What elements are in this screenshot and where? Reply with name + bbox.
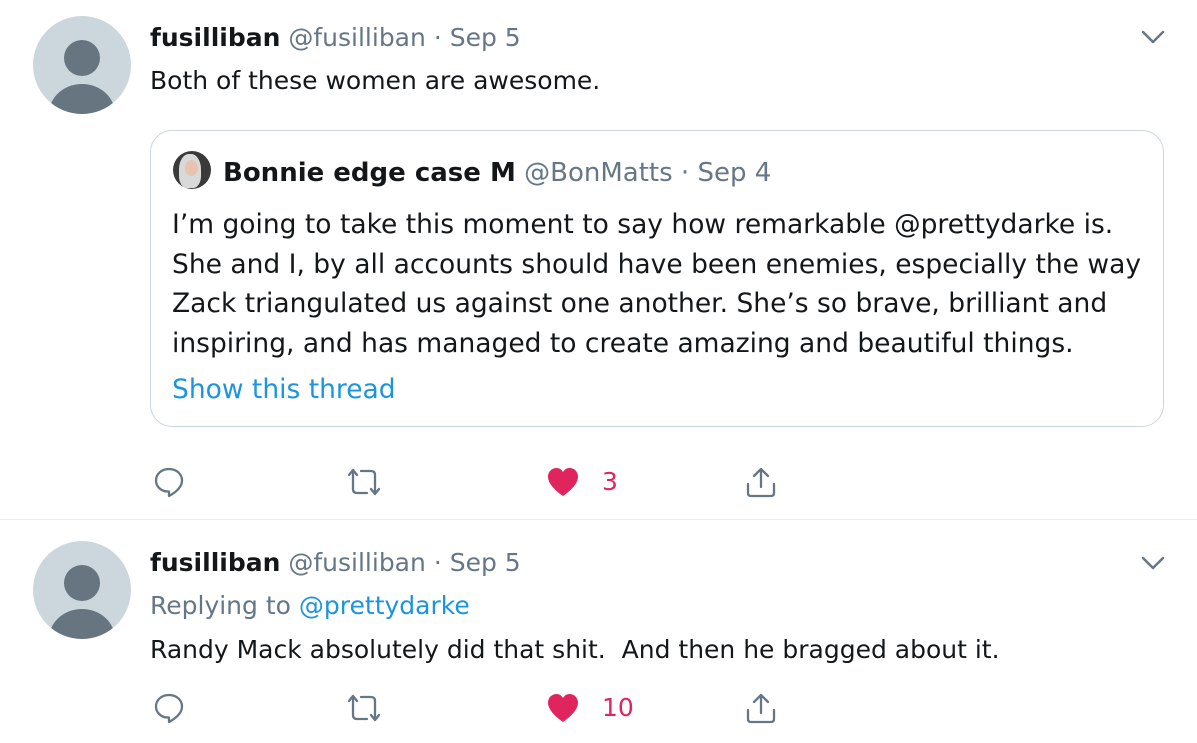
- retweet-icon: [347, 694, 381, 722]
- tweet-date[interactable]: Sep 5: [450, 23, 521, 52]
- tweet-header: fusilliban @fusilliban · Sep 5: [150, 548, 521, 578]
- quoted-text-line: I’m going to take this moment to say how…: [172, 209, 1114, 240]
- reply-icon: [154, 467, 184, 498]
- share-button[interactable]: [744, 464, 778, 500]
- share-icon: [746, 693, 776, 724]
- quoted-header: Bonnie edge case M @BonMatts · Sep 4: [223, 157, 771, 189]
- author-handle[interactable]: @fusilliban: [288, 23, 426, 52]
- tweet[interactable]: fusilliban @fusilliban · Sep 5 Both of t…: [0, 0, 1197, 519]
- author-handle[interactable]: @fusilliban: [288, 548, 426, 577]
- chevron-down-icon[interactable]: [1138, 548, 1168, 578]
- reply-button[interactable]: [152, 464, 186, 500]
- share-button[interactable]: [744, 690, 778, 726]
- like-button[interactable]: 3: [546, 464, 618, 500]
- like-count: 10: [602, 693, 634, 722]
- tweet-text: Randy Mack absolutely did that shit. And…: [150, 635, 1000, 664]
- tweet-header: fusilliban @fusilliban · Sep 5: [150, 23, 521, 53]
- reply-button[interactable]: [152, 690, 186, 726]
- tweet[interactable]: fusilliban @fusilliban · Sep 5 Replying …: [0, 520, 1197, 743]
- separator: ·: [433, 548, 442, 577]
- like-button[interactable]: 10: [546, 690, 634, 726]
- separator: ·: [680, 158, 690, 188]
- retweet-button[interactable]: [343, 690, 385, 726]
- quoted-text: I’m going to take this moment to say how…: [172, 205, 1141, 363]
- separator: ·: [433, 23, 442, 52]
- quoted-handle[interactable]: @BonMatts: [524, 158, 673, 188]
- avatar[interactable]: [33, 16, 131, 114]
- author-name[interactable]: fusilliban: [150, 23, 280, 52]
- tweet-text: Both of these women are awesome.: [150, 66, 601, 95]
- show-thread-link[interactable]: Show this thread: [172, 374, 396, 406]
- retweet-icon: [347, 468, 381, 496]
- quoted-date[interactable]: Sep 4: [697, 158, 771, 188]
- chevron-down-icon[interactable]: [1138, 22, 1168, 52]
- quoted-text-line: inspiring, and has managed to create ama…: [172, 327, 1074, 359]
- reply-icon: [154, 693, 184, 724]
- author-name[interactable]: fusilliban: [150, 548, 280, 577]
- avatar[interactable]: [33, 541, 131, 639]
- quoted-tweet[interactable]: Bonnie edge case M @BonMatts · Sep 4 I’m…: [150, 130, 1164, 427]
- quoted-text-line: She and I, by all accounts should have b…: [172, 248, 1141, 280]
- share-icon: [746, 467, 776, 498]
- quoted-author-name[interactable]: Bonnie edge case M: [223, 158, 516, 188]
- quoted-text-line: Zack triangulated us against one another…: [172, 288, 1108, 319]
- replying-to-link[interactable]: @prettydarke: [299, 591, 470, 620]
- heart-icon: [548, 468, 578, 496]
- retweet-button[interactable]: [343, 464, 385, 500]
- replying-label: Replying to: [150, 591, 291, 620]
- tweet-date[interactable]: Sep 5: [450, 548, 521, 577]
- quoted-avatar[interactable]: [173, 151, 211, 189]
- like-count: 3: [602, 467, 618, 496]
- heart-icon: [548, 694, 578, 722]
- replying-to: Replying to @prettydarke: [150, 591, 470, 621]
